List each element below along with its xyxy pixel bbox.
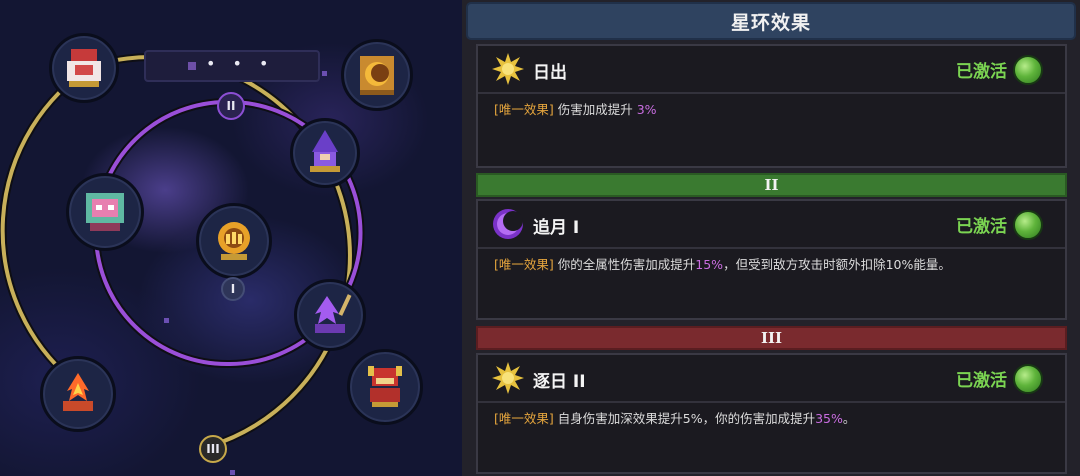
map-menu-button[interactable]: • • •	[144, 50, 320, 82]
violet-flame-icon[interactable]	[294, 279, 366, 351]
effect-tag: [唯一效果]	[494, 411, 554, 426]
sun-mirror-icon[interactable]	[341, 39, 413, 111]
effect-name: 逐日 II	[533, 372, 586, 392]
crescent-moon-icon	[493, 209, 523, 239]
menu-marker	[188, 62, 196, 70]
effect-card: 日出 已激活 [唯一效果] 伤害加成提升 3%	[476, 44, 1067, 168]
effect-description: [唯一效果] 伤害加成提升 3%	[478, 94, 1065, 119]
wizard-icon[interactable]	[290, 118, 360, 188]
active-indicator-icon	[1013, 210, 1043, 240]
effect-card-header: 日出 已激活	[478, 46, 1065, 94]
active-indicator-icon	[1013, 364, 1043, 394]
effect-card: 逐日 II 已激活 [唯一效果] 自身伤害加深效果提升5%，你的伤害加成提升35…	[476, 353, 1067, 474]
star-sparkle	[230, 470, 235, 475]
ring-effects-panel: 星环效果 日出 已激活 [唯一效果] 伤害加成提升 3% II 追月 I 已激活…	[462, 0, 1080, 476]
fire-bowl-icon[interactable]	[40, 356, 116, 432]
armored-knight-icon[interactable]	[347, 349, 423, 425]
panel-title: 星环效果	[466, 2, 1076, 40]
effect-name: 追月 I	[533, 218, 580, 238]
effect-name: 日出	[533, 63, 567, 83]
effect-card: 追月 I 已激活 [唯一效果] 你的全属性伤害加成提升15%，但受到敌方攻击时额…	[476, 199, 1067, 320]
menu-dots: • • •	[206, 54, 275, 73]
effect-card-header: 追月 I 已激活	[478, 201, 1065, 249]
effect-status: 已激活	[956, 217, 1007, 237]
sun-icon	[492, 362, 524, 394]
effect-value: 3%	[636, 102, 657, 117]
effect-text: 你的全属性伤害加成提升	[557, 257, 696, 272]
star-sparkle	[164, 318, 169, 323]
ring-tier-badge: II	[217, 92, 245, 120]
effect-tag: [唯一效果]	[494, 257, 554, 272]
active-indicator-icon	[1013, 55, 1043, 85]
effect-description: [唯一效果] 你的全属性伤害加成提升15%，但受到敌方攻击时额外扣除10%能量。	[478, 249, 1065, 274]
effect-value: 15%	[695, 257, 724, 272]
effect-text: 伤害加成提升	[557, 102, 637, 117]
effect-tag: [唯一效果]	[494, 102, 554, 117]
ring-tier-badge: III	[199, 435, 227, 463]
sun-icon	[492, 53, 524, 85]
effect-text-suffix: ，但受到敌方攻击时额外扣除10%能量。	[723, 257, 951, 272]
ring-tier-badge: I	[221, 277, 245, 301]
dragon-mask-icon[interactable]	[66, 173, 144, 251]
effect-text-suffix: 。	[842, 411, 856, 426]
effect-card-header: 逐日 II 已激活	[478, 355, 1065, 403]
tier-divider-2: II	[476, 173, 1067, 197]
star-ring-map: • • • II I III	[0, 0, 462, 476]
effect-status: 已激活	[956, 62, 1007, 82]
effect-value: 35%	[815, 411, 843, 426]
effect-status: 已激活	[956, 371, 1007, 391]
shrine-maiden-icon[interactable]	[49, 33, 119, 103]
effect-text: 自身伤害加深效果提升5%，你的伤害加成提升	[557, 411, 816, 426]
star-sparkle	[322, 71, 327, 76]
effect-description: [唯一效果] 自身伤害加深效果提升5%，你的伤害加成提升35%。	[478, 403, 1065, 428]
core-relic-icon[interactable]	[196, 203, 272, 279]
tier-divider-3: III	[476, 326, 1067, 350]
